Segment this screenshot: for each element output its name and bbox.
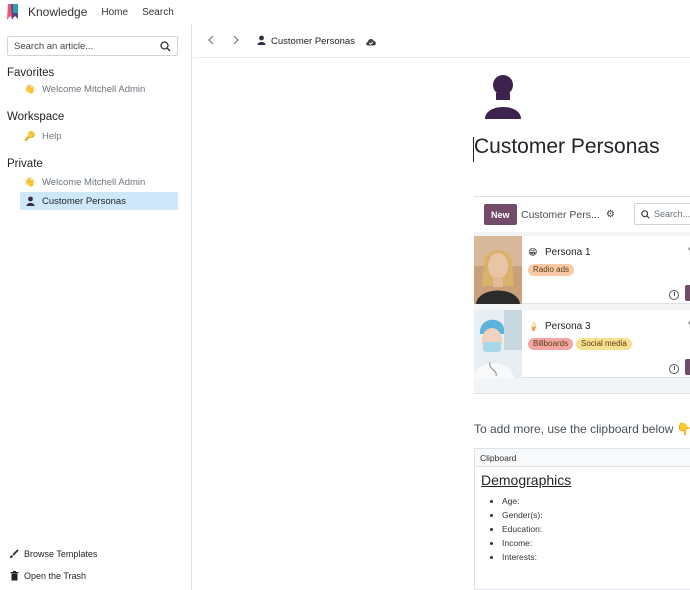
wave-emoji-icon: 👋 [24, 176, 36, 187]
kanban-card-persona-3[interactable]: 🍦 Persona 3 Billboards Social media ★ [474, 310, 690, 378]
embedded-view-toolbar: New Customer Pers... ⚙ Search... [474, 196, 690, 232]
key-emoji-icon: 🔑 [24, 130, 36, 141]
search-icon[interactable] [160, 40, 171, 52]
card-title[interactable]: Persona 1 [545, 247, 591, 258]
sidebar-item-label: Help [42, 130, 62, 142]
sidebar: Favorites 👋 Welcome Mitchell Admin Works… [0, 24, 192, 590]
sidebar-item-welcome-private[interactable]: 👋 Welcome Mitchell Admin [20, 173, 178, 191]
brush-icon [9, 549, 19, 559]
list-item[interactable]: Education: [502, 522, 543, 536]
avatar[interactable] [685, 359, 690, 375]
clock-icon[interactable] [669, 290, 679, 300]
knowledge-app-icon[interactable] [6, 3, 20, 21]
sidebar-item-label: Welcome Mitchell Admin [42, 176, 146, 188]
open-trash-label: Open the Trash [24, 571, 87, 581]
article-person-icon[interactable] [482, 73, 524, 119]
breadcrumb: Customer Personas [257, 35, 377, 48]
chevron-left-icon[interactable] [205, 35, 215, 45]
article-title[interactable]: Customer Personas [474, 135, 660, 159]
wave-emoji-icon: 👋 [24, 83, 36, 94]
sidebar-item-label: Customer Personas [42, 195, 126, 207]
list-item[interactable]: Gender(s): [502, 508, 543, 522]
embedded-search-placeholder: Search... [654, 209, 690, 219]
search-icon [641, 209, 650, 219]
kanban-card-persona-1[interactable]: 😁 Persona 1 Radio ads ★ [474, 236, 690, 304]
nav-home[interactable]: Home [101, 7, 128, 18]
app-name[interactable]: Knowledge [28, 5, 87, 19]
clock-icon[interactable] [669, 364, 679, 374]
persona-3-photo [474, 310, 522, 378]
embedded-view-name[interactable]: Customer Pers... [521, 209, 600, 221]
breadcrumb-current[interactable]: Customer Personas [271, 36, 355, 47]
avatar[interactable] [685, 285, 690, 301]
card-title[interactable]: Persona 3 [545, 321, 591, 332]
article-header: Customer Personas [193, 24, 690, 58]
sidebar-item-welcome-favorite[interactable]: 👋 Welcome Mitchell Admin [20, 80, 178, 98]
clipboard-title[interactable]: Demographics [481, 472, 571, 488]
section-favorites: Favorites [7, 67, 55, 79]
person-icon [24, 195, 36, 207]
list-item[interactable]: Interests: [502, 550, 543, 564]
sidebar-search[interactable] [7, 36, 178, 56]
gear-icon[interactable]: ⚙ [606, 209, 615, 220]
clipboard-block[interactable]: Clipboard Demographics Age: Gender(s): E… [474, 448, 690, 590]
chevron-right-icon[interactable] [231, 35, 241, 45]
tag-social-media: Social media [576, 338, 632, 350]
person-icon [257, 35, 266, 48]
trash-icon [9, 571, 19, 581]
list-item[interactable]: Income: [502, 536, 543, 550]
cloud-saved-icon [365, 37, 377, 47]
sidebar-item-customer-personas[interactable]: Customer Personas [20, 192, 178, 210]
persona-1-photo [474, 236, 522, 304]
new-button[interactable]: New [484, 204, 517, 225]
browse-templates-label: Browse Templates [24, 549, 98, 559]
clipboard-hint: To add more, use the clipboard below 👇 [474, 422, 690, 436]
section-private: Private [7, 158, 43, 170]
top-navbar: Knowledge Home Search [0, 0, 690, 24]
browse-templates-link[interactable]: Browse Templates [9, 549, 97, 559]
nav-search[interactable]: Search [142, 7, 174, 18]
open-trash-link[interactable]: Open the Trash [9, 571, 86, 581]
clipboard-header: Clipboard [475, 449, 690, 467]
sidebar-item-help[interactable]: 🔑 Help [20, 127, 178, 145]
embedded-search[interactable]: Search... [634, 203, 690, 225]
section-workspace: Workspace [7, 111, 65, 123]
list-item[interactable]: Age: [502, 494, 543, 508]
sidebar-item-label: Welcome Mitchell Admin [42, 83, 146, 95]
clipboard-field-list: Age: Gender(s): Education: Income: Inter… [502, 494, 543, 564]
kanban-view: 😁 Persona 1 Radio ads ★ 🍦 Persona 3 Bill… [474, 232, 690, 394]
tag-radio-ads: Radio ads [528, 264, 575, 276]
search-input[interactable] [14, 40, 154, 52]
grin-emoji-icon: 😁 [528, 247, 538, 257]
icecream-emoji-icon: 🍦 [528, 321, 540, 331]
tag-billboards: Billboards [528, 338, 574, 350]
